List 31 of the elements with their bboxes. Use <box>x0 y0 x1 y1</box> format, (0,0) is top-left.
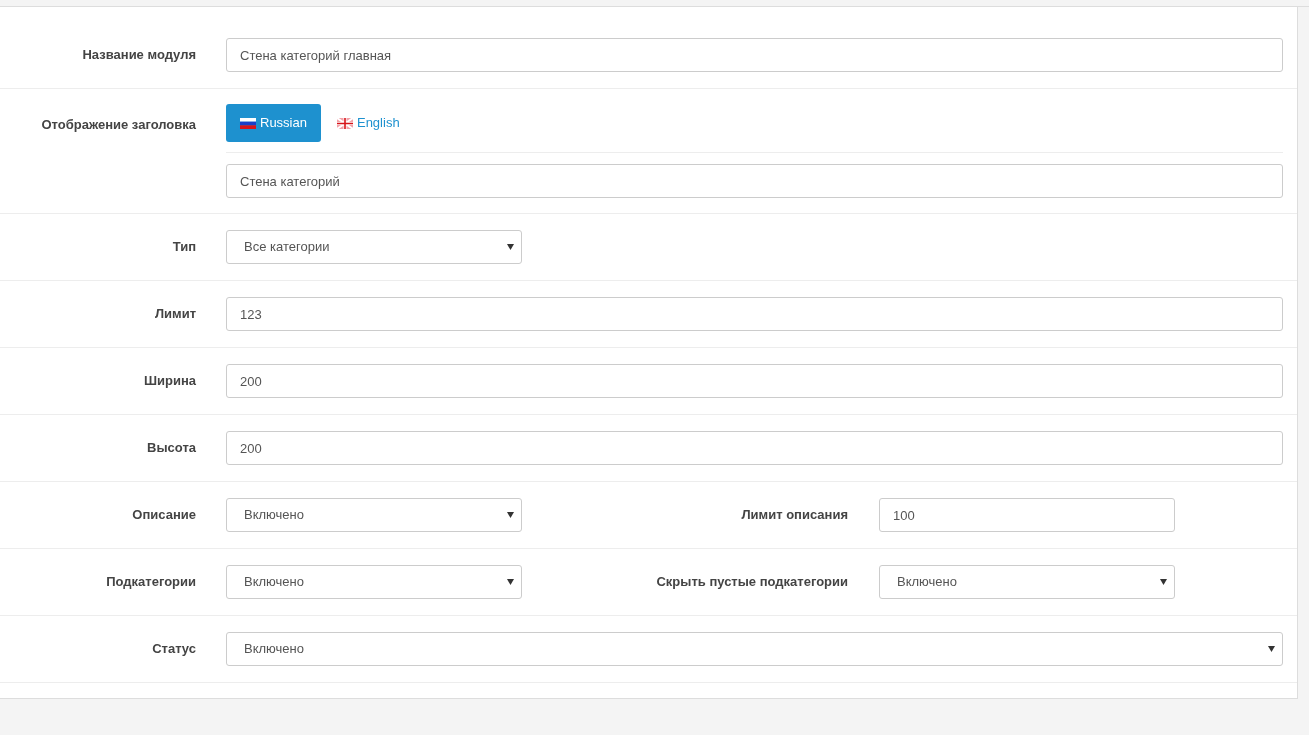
field-label: Описание <box>131 506 196 525</box>
caret-icon <box>1160 579 1167 585</box>
field-label: Отображение заголовка <box>40 116 196 134</box>
select-field[interactable]: Все категории <box>226 230 522 264</box>
caret-icon <box>1268 646 1275 652</box>
caret-icon <box>507 579 514 585</box>
field-label: Название модуля <box>81 46 196 65</box>
select-field[interactable]: Включено <box>226 565 522 599</box>
field-label: Высота <box>146 439 196 458</box>
field-label: Лимит описания <box>740 506 848 525</box>
flag-icon <box>240 117 256 129</box>
input-field[interactable]: Стена категорий главная <box>226 38 1283 72</box>
field-label: Скрыть пустые подкатегории <box>655 573 848 592</box>
field-label: Ширина <box>142 372 196 391</box>
caret-icon <box>507 512 514 518</box>
field-label: Тип <box>171 238 196 257</box>
input-field[interactable]: 200 <box>226 431 1283 465</box>
input-field[interactable]: Стена категорий <box>226 164 1283 198</box>
flag-icon <box>336 117 353 129</box>
input-field[interactable]: 100 <box>879 498 1175 532</box>
select-field[interactable]: Включено <box>226 632 1283 666</box>
field-label: Лимит <box>153 305 196 324</box>
field-label: Подкатегории <box>105 573 196 592</box>
select-field[interactable]: Включено <box>879 565 1175 599</box>
select-field[interactable]: Включено <box>226 498 522 532</box>
language-tab[interactable]: English <box>322 104 414 142</box>
language-tab[interactable]: Russian <box>226 104 321 142</box>
input-field[interactable]: 123 <box>226 297 1283 331</box>
input-field[interactable]: 200 <box>226 364 1283 398</box>
field-label: Статус <box>151 640 196 659</box>
caret-icon <box>507 244 514 250</box>
